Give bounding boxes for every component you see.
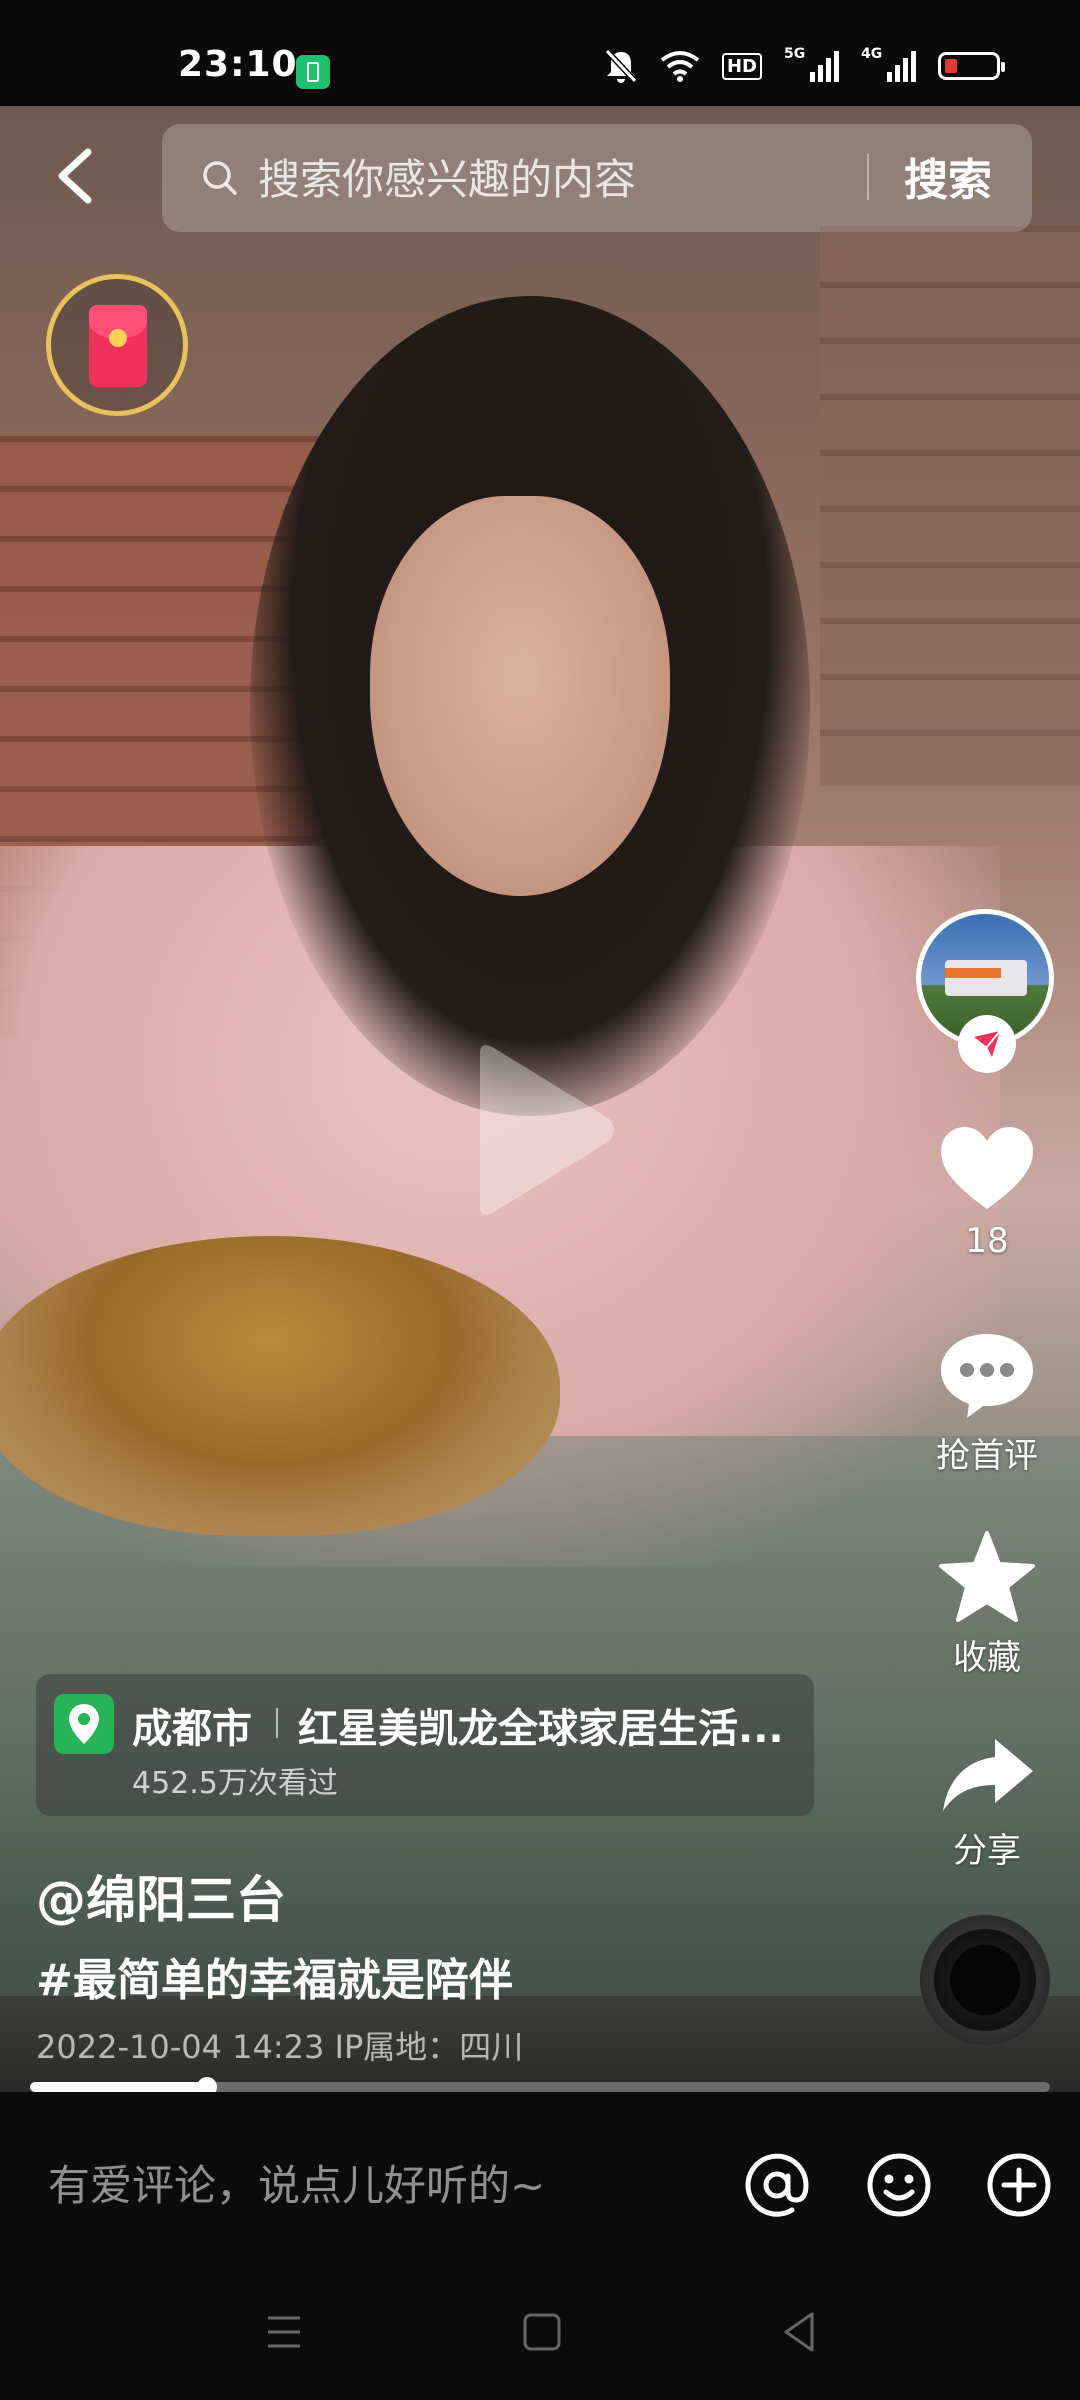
comment-input[interactable]: 有爱评论，说点儿好听的~: [48, 2152, 545, 2213]
location-city: 成都市: [132, 1706, 252, 1752]
signal-5g-icon: 5G: [784, 46, 839, 82]
follow-button[interactable]: [958, 1015, 1016, 1073]
red-packet-icon: [89, 305, 147, 387]
location-place: 红星美凯龙全球家居生活...: [298, 1706, 784, 1752]
status-icons: HD 5G 4G: [604, 46, 1005, 84]
post-meta: 2022-10-04 14:23 IP属地：四川: [36, 2028, 524, 2066]
search-bar[interactable]: 搜索你感兴趣的内容 搜索: [162, 124, 1032, 232]
signal-4g-label: 4G: [861, 46, 883, 62]
video-frame-bowl: [0, 1236, 560, 1536]
favorite-button[interactable]: 收藏: [912, 1530, 1062, 1679]
avatar-truck-stripe: [945, 968, 1001, 978]
star-icon: [939, 1531, 1035, 1622]
favorite-label: 收藏: [953, 1638, 1021, 1678]
status-bar: 23:10 HD 5G 4G: [0, 0, 1080, 106]
comment-button[interactable]: 抢首评: [912, 1330, 1062, 1477]
author-name[interactable]: @绵阳三台: [36, 1860, 286, 1932]
status-time: 23:10: [178, 44, 298, 85]
red-packet-button[interactable]: [46, 274, 188, 416]
back-icon[interactable]: [52, 146, 96, 206]
back-nav-icon[interactable]: [770, 2302, 830, 2362]
search-divider: [867, 154, 869, 200]
follow-plus-icon: [974, 1030, 1001, 1057]
playback-progress[interactable]: [30, 2077, 1050, 2097]
comment-icon: [941, 1334, 1033, 1418]
video-frame-bg-right: [820, 226, 1080, 786]
play-icon[interactable]: [460, 1040, 620, 1220]
emoji-icon[interactable]: [864, 2150, 934, 2220]
music-disc-button[interactable]: [920, 1915, 1050, 2045]
wifi-icon: [660, 51, 700, 82]
like-button[interactable]: 18: [912, 1125, 1062, 1261]
signal-4g-icon: 4G: [861, 46, 916, 82]
location-separator: [276, 1708, 278, 1738]
music-disc-icon: [950, 1945, 1020, 2015]
mute-icon: [604, 48, 638, 84]
location-views: 452.5万次看过: [132, 1766, 338, 1801]
comment-label: 抢首评: [936, 1436, 1038, 1476]
share-icon: [943, 1739, 1033, 1811]
comment-bar: 有爱评论，说点儿好听的~: [0, 2092, 1080, 2272]
progress-fill: [30, 2082, 208, 2092]
video-frame-person-face: [370, 496, 670, 896]
location-card[interactable]: 成都市 红星美凯龙全球家居生活... 452.5万次看过: [36, 1674, 814, 1816]
post-caption[interactable]: #最简单的幸福就是陪伴: [36, 1944, 513, 2008]
hd-icon: HD: [721, 52, 762, 80]
search-input[interactable]: 搜索你感兴趣的内容: [258, 146, 636, 207]
battery-icon: [938, 52, 1005, 80]
add-icon[interactable]: [984, 2150, 1054, 2220]
share-button[interactable]: 分享: [912, 1735, 1062, 1872]
search-button[interactable]: 搜索: [904, 144, 992, 208]
signal-5g-label: 5G: [784, 46, 806, 62]
location-pin-icon: [54, 1694, 114, 1754]
home-icon[interactable]: [512, 2302, 572, 2362]
menu-icon[interactable]: [254, 2302, 314, 2362]
heart-icon: [941, 1127, 1033, 1209]
share-label: 分享: [953, 1831, 1021, 1871]
system-nav-bar: [0, 2272, 1080, 2400]
like-count: 18: [965, 1221, 1009, 1261]
mention-icon[interactable]: [742, 2150, 812, 2220]
search-icon: [203, 161, 237, 195]
avatar-truck-image: [945, 960, 1027, 996]
battery-saver-icon: [296, 55, 330, 89]
